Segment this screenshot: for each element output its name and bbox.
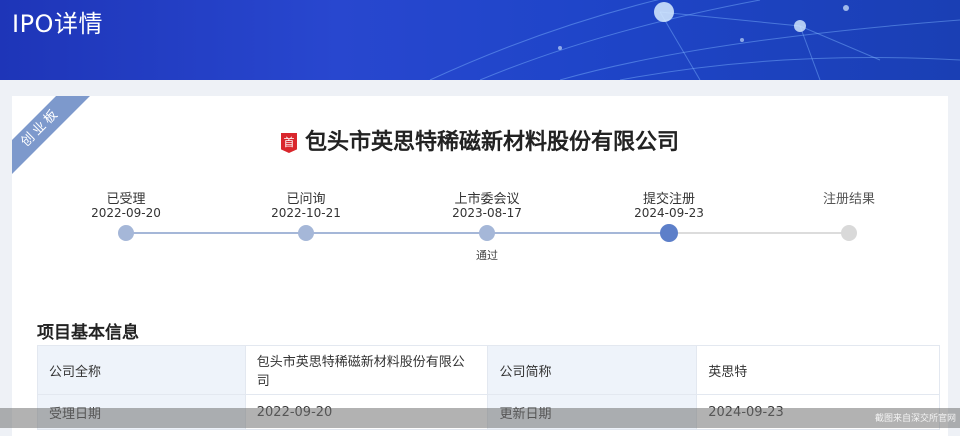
stage-3-result: 通过: [476, 249, 498, 262]
stage-2-dot[interactable]: [298, 225, 314, 241]
stage-1-label: 已受理: [106, 192, 146, 207]
stage-1-date: 2022-09-20: [91, 206, 161, 220]
stage-3-date: 2023-08-17: [452, 206, 522, 220]
value-company-fullname: 包头市英思特稀磁新材料股份有限公司: [244, 345, 489, 395]
value-company-shortname: 英思特: [696, 345, 940, 395]
section-title: 项目基本信息: [37, 323, 139, 343]
label-company-fullname: 公司全称: [37, 345, 246, 395]
stage-3-dot[interactable]: [479, 225, 495, 241]
banner-decoration: [429, 0, 960, 80]
stage-3-label: 上市委会议: [454, 192, 520, 207]
timeline-track-done: [126, 232, 671, 234]
ipo-detail-card: 创业板 首包头市英思特稀磁新材料股份有限公司 已受理 2022-09-20 已问…: [12, 96, 948, 436]
stage-1-dot[interactable]: [118, 225, 134, 241]
stage-4-dot-current[interactable]: [660, 224, 678, 242]
stage-4-date: 2024-09-23: [634, 206, 704, 220]
stage-5-dot[interactable]: [841, 225, 857, 241]
company-name: 包头市英思特稀磁新材料股份有限公司: [304, 130, 679, 155]
company-title: 首包头市英思特稀磁新材料股份有限公司: [12, 124, 948, 156]
stage-5-label: 注册结果: [822, 192, 875, 207]
stage-2-label: 已问询: [286, 192, 326, 207]
source-watermark: 截图来自深交所官网: [874, 414, 956, 424]
timeline-track-pending: [671, 232, 849, 234]
stage-4-label: 提交注册: [642, 192, 695, 207]
first-badge-icon: 首: [280, 133, 297, 153]
table-row: 公司全称 包头市英思特稀磁新材料股份有限公司 公司简称 英思特: [37, 345, 940, 395]
stage-2-date: 2022-10-21: [271, 206, 341, 220]
caption-bar: [0, 408, 960, 428]
label-company-shortname: 公司简称: [487, 345, 698, 395]
header-banner: IPO详情: [0, 0, 960, 80]
page-title: IPO详情: [12, 10, 103, 38]
